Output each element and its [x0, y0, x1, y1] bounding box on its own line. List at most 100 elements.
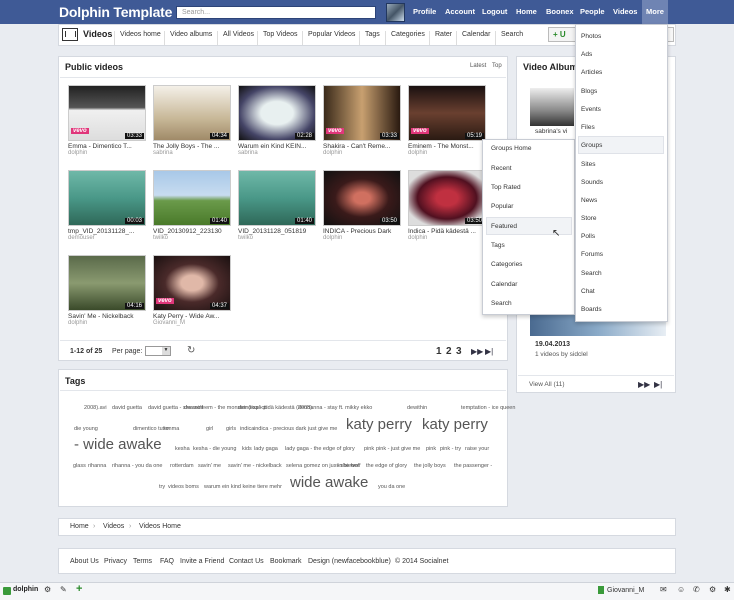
add-icon[interactable]: + [76, 583, 82, 595]
video-thumbnail[interactable]: 01:40 [238, 170, 316, 226]
page-link-3[interactable]: 3 [456, 346, 462, 357]
tag-link[interactable]: katy perry [346, 416, 412, 433]
video-thumbnail[interactable]: 02:28 [238, 85, 316, 141]
last-page-icon[interactable]: ▶| [485, 347, 493, 356]
video-card[interactable]: 01:40 VID_20130912_223130 twilko [153, 170, 231, 241]
tag-link[interactable]: - she wolf [337, 463, 361, 469]
video-author[interactable]: Giovanni_M [153, 320, 231, 326]
menu-item-sounds[interactable]: Sounds [581, 179, 603, 186]
next-page-icon[interactable]: ▶▶ [471, 347, 483, 356]
video-thumbnail[interactable]: 01:40 [153, 170, 231, 226]
tab-categories[interactable]: Categories [385, 31, 425, 45]
tag-link[interactable]: david guetta [112, 405, 142, 411]
video-author[interactable]: dolphin [408, 235, 486, 241]
tab-videos-home[interactable]: Videos home [114, 31, 161, 45]
nav-people[interactable]: People [580, 7, 605, 16]
video-title[interactable]: Indica - Pidä kädestä ... [408, 228, 486, 235]
nav-logout[interactable]: Logout [482, 7, 507, 16]
footer-design[interactable]: Design (newfacebookblue) [308, 558, 391, 565]
tab-search[interactable]: Search [495, 31, 523, 45]
video-card[interactable]: 04:34 The Jolly Boys - The ... sabrina [153, 85, 231, 156]
breadcrumb-videos[interactable]: Videos [103, 523, 124, 530]
tag-link[interactable]: - wide awake [74, 436, 162, 453]
tag-link[interactable]: pink [364, 446, 374, 452]
breadcrumb-home[interactable]: Home [70, 523, 89, 530]
menu-item-search[interactable]: Search [491, 300, 512, 307]
menu-item-categories[interactable]: Categories [491, 261, 522, 268]
tag-link[interactable]: raise your [465, 446, 489, 452]
footer-link-invite[interactable]: Invite a Friend [180, 558, 224, 565]
site-logo[interactable]: Dolphin Template [59, 4, 172, 20]
menu-item-top-rated[interactable]: Top Rated [491, 184, 521, 191]
menu-item-groups-home[interactable]: Groups Home [491, 145, 531, 152]
video-card[interactable]: vevo 04:37 Katy Perry - Wide Aw... Giovan… [153, 255, 231, 326]
menu-item-news[interactable]: News [581, 197, 597, 204]
video-title[interactable]: Emma - Dimentico T... [68, 143, 146, 150]
video-thumbnail[interactable]: vevo 03:33 [323, 85, 401, 141]
video-author[interactable]: sabrina [238, 150, 316, 156]
gear-icon[interactable]: ⚙ [44, 585, 51, 594]
nav-more[interactable]: More [642, 0, 668, 24]
tag-link[interactable]: lady gaga [254, 446, 278, 452]
menu-item-popular[interactable]: Popular [491, 203, 513, 210]
tag-link[interactable]: videos boms [168, 484, 199, 490]
video-thumbnail[interactable]: vevo 03:33 [68, 85, 146, 141]
page-link-2[interactable]: 2 [446, 346, 452, 357]
last-page-icon[interactable]: ▶| [654, 380, 662, 389]
album-cover[interactable] [530, 88, 574, 126]
video-card[interactable]: 03:50 Indica - Pidä kädestä ... dolphin [408, 170, 486, 241]
footer-link-faq[interactable]: FAQ [160, 558, 174, 565]
tag-link[interactable]: denhanna - stay ft. mikky ekko [298, 405, 372, 411]
tag-link[interactable]: pink - just give me [376, 446, 420, 452]
tab-calendar[interactable]: Calendar [456, 31, 490, 45]
tag-link[interactable]: just give me [308, 426, 337, 432]
album-subtitle[interactable]: 1 videos by sidclel [535, 351, 588, 358]
video-thumbnail[interactable]: 00:03 [68, 170, 146, 226]
album-label[interactable]: sabrina's vi [535, 128, 567, 135]
tag-link[interactable]: the edge of glory [366, 463, 407, 469]
tag-link[interactable]: temptation - ice queen [461, 405, 515, 411]
video-card[interactable]: vevo 03:33 Shakira - Can't Reme... dolphi… [323, 85, 401, 156]
video-card[interactable]: 03:50 INDICA - Precious Dark dolphin [323, 170, 401, 241]
nav-profile[interactable]: Profile [413, 7, 436, 16]
menu-item-photos[interactable]: Photos [581, 33, 601, 40]
tab-latest[interactable]: Latest [470, 63, 486, 69]
tag-link[interactable]: lady gaga - the edge of glory [285, 446, 355, 452]
tab-tags[interactable]: Tags [359, 31, 380, 45]
video-author[interactable]: dolphin [323, 235, 401, 241]
view-all-link[interactable]: View All (11) [529, 381, 565, 388]
video-card[interactable]: vevo 05:19 Eminem - The Monst... dolphin [408, 85, 486, 156]
menu-item-polls[interactable]: Polls [581, 233, 595, 240]
video-card[interactable]: 04:16 Savin' Me - Nickelback dolphin [68, 255, 146, 326]
tag-link[interactable]: the passenger - [454, 463, 492, 469]
menu-item-groups[interactable]: Groups [581, 142, 602, 149]
nav-boonex[interactable]: Boonex [546, 7, 574, 16]
tag-link[interactable]: pink [426, 446, 436, 452]
refresh-icon[interactable]: ↻ [187, 345, 195, 356]
video-card[interactable]: vevo 03:33 Emma - Dimentico T... dolphin [68, 85, 146, 156]
tag-link[interactable]: glass [73, 463, 86, 469]
tag-link[interactable]: dewithin [407, 405, 427, 411]
video-title[interactable]: Savin' Me - Nickelback [68, 313, 146, 320]
search-input[interactable]: Search... [176, 6, 376, 19]
video-thumbnail[interactable]: vevo 04:37 [153, 255, 231, 311]
tab-popular-videos[interactable]: Popular Videos [302, 31, 355, 45]
tag-link[interactable]: kesha - die young [193, 446, 236, 452]
tag-link[interactable]: savin' me - nickelback [228, 463, 282, 469]
next-page-icon[interactable]: ▶▶ [638, 380, 650, 389]
tag-link[interactable]: wide awake [290, 474, 368, 491]
nav-videos[interactable]: Videos [613, 7, 637, 16]
tab-video-albums[interactable]: Video albums [164, 31, 212, 45]
video-thumbnail[interactable]: 04:16 [68, 255, 146, 311]
video-title[interactable]: tmp_VID_20131128_... [68, 228, 146, 235]
menu-item-calendar[interactable]: Calendar [491, 281, 517, 288]
bottom-bar-user[interactable]: Giovanni_M [607, 587, 644, 594]
menu-item-tags[interactable]: Tags [491, 242, 505, 249]
video-author[interactable]: dolphin [68, 150, 146, 156]
menu-item-events[interactable]: Events [581, 106, 601, 113]
tag-link[interactable]: the jolly boys [414, 463, 446, 469]
tag-link[interactable]: girl [206, 426, 213, 432]
avatar[interactable] [386, 3, 405, 22]
menu-item-files[interactable]: Files [581, 124, 595, 131]
video-title[interactable]: Shakira - Can't Reme... [323, 143, 401, 150]
